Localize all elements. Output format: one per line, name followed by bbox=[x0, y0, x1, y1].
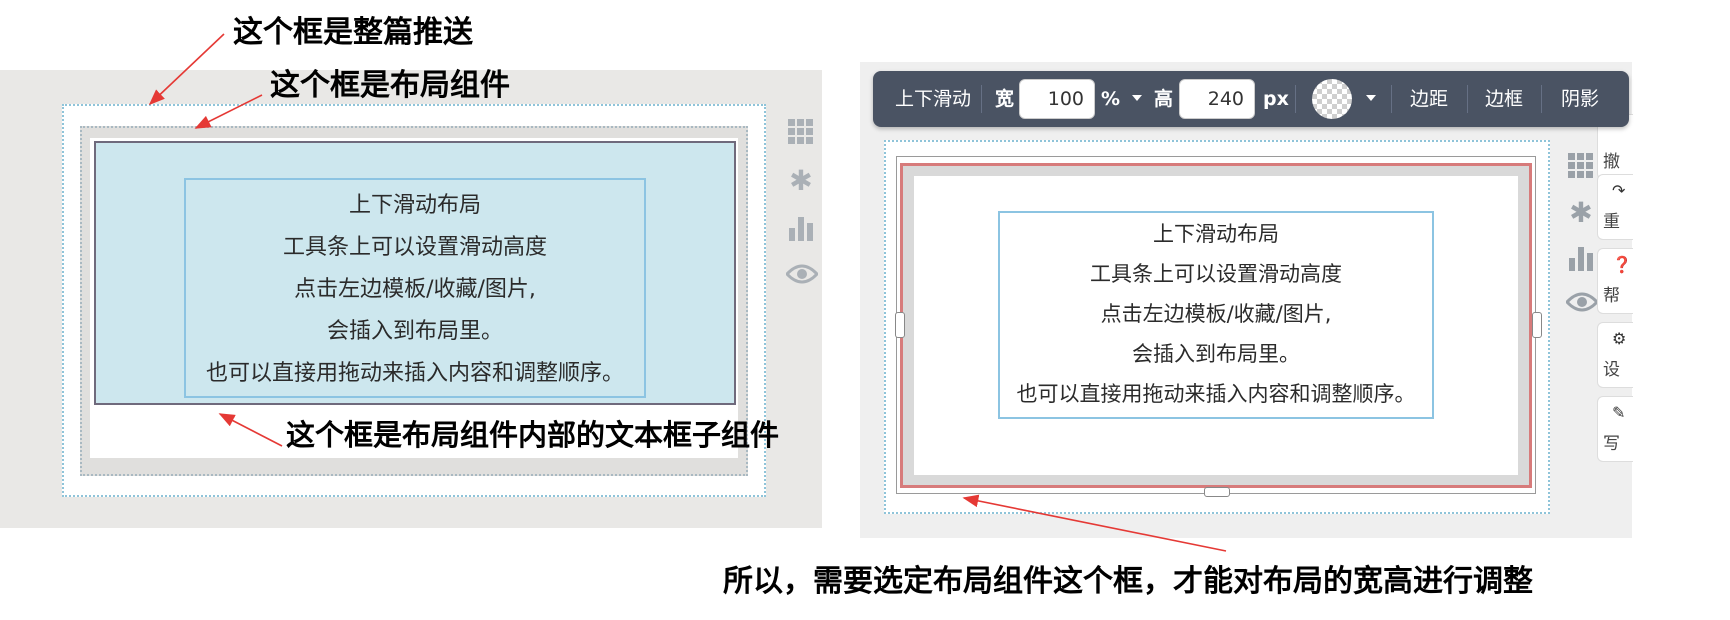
resize-handle-right[interactable] bbox=[1532, 312, 1542, 338]
eye-icon[interactable] bbox=[784, 262, 820, 292]
text-line: 点击左边模板/收藏/图片, bbox=[1100, 302, 1332, 326]
text-box-component[interactable]: 上下滑动布局 工具条上可以设置滑动高度 点击左边模板/收藏/图片, 会插入到布局… bbox=[184, 178, 646, 398]
text-line: 会插入到布局里。 bbox=[326, 319, 503, 344]
redo-icon: ↷ bbox=[1612, 181, 1626, 200]
height-input[interactable]: 240 bbox=[1179, 79, 1255, 119]
background-dropdown-icon[interactable] bbox=[1366, 95, 1376, 101]
asterisk-icon[interactable]: ✱ bbox=[786, 166, 816, 196]
height-unit: px bbox=[1263, 88, 1289, 110]
layout-toolbar: 上下滑动 宽 100 % 高 240 px 边距 边框 阴影 bbox=[873, 71, 1629, 127]
width-input[interactable]: 100 bbox=[1019, 79, 1095, 119]
bar-chart-icon[interactable] bbox=[1566, 244, 1596, 274]
grid-icon[interactable] bbox=[786, 118, 816, 148]
annotation-conclusion: 所以，需要选定布局组件这个框，才能对布局的宽高进行调整 bbox=[723, 564, 1533, 599]
margin-button[interactable]: 边距 bbox=[1410, 71, 1448, 127]
resize-handle-bottom[interactable] bbox=[1204, 487, 1230, 497]
redo-button[interactable]: ↷ 重 bbox=[1597, 174, 1633, 240]
text-line: 也可以直接用拖动来插入内容和调整顺序。 bbox=[1016, 382, 1416, 406]
asterisk-icon[interactable]: ✱ bbox=[1566, 198, 1596, 228]
text-line: 也可以直接用拖动来插入内容和调整顺序。 bbox=[205, 361, 624, 386]
resize-handle-left[interactable] bbox=[895, 312, 905, 338]
annotation-article-frame: 这个框是整篇推送 bbox=[233, 15, 473, 50]
text-line: 工具条上可以设置滑动高度 bbox=[282, 235, 547, 260]
pen-icon: ✎ bbox=[1612, 403, 1626, 422]
eye-icon[interactable] bbox=[1564, 290, 1600, 320]
help-icon: ❓ bbox=[1612, 255, 1632, 274]
text-line: 会插入到布局里。 bbox=[1132, 342, 1300, 366]
settings-button[interactable]: ⚙ 设 bbox=[1597, 322, 1633, 388]
help-button[interactable]: ❓ 帮 bbox=[1597, 248, 1633, 314]
write-button[interactable]: ✎ 写 bbox=[1597, 396, 1633, 462]
annotation-text-frame: 这个框是布局组件内部的文本框子组件 bbox=[286, 418, 780, 452]
unit-dropdown-icon[interactable] bbox=[1132, 95, 1142, 101]
settings-icon: ⚙ bbox=[1612, 329, 1627, 348]
text-line: 上下滑动布局 bbox=[1153, 222, 1279, 246]
shadow-button[interactable]: 阴影 bbox=[1561, 71, 1599, 127]
border-button[interactable]: 边框 bbox=[1485, 71, 1523, 127]
text-line: 工具条上可以设置滑动高度 bbox=[1090, 262, 1342, 286]
bar-chart-icon[interactable] bbox=[786, 214, 816, 244]
width-unit: % bbox=[1101, 88, 1121, 110]
width-label: 宽 bbox=[995, 88, 1015, 110]
annotation-layout-frame: 这个框是布局组件 bbox=[270, 68, 510, 103]
text-line: 上下滑动布局 bbox=[348, 193, 481, 218]
height-label: 高 bbox=[1154, 88, 1174, 110]
background-color-swatch[interactable] bbox=[1312, 79, 1352, 119]
grid-icon[interactable] bbox=[1566, 152, 1596, 182]
text-box-component[interactable]: 上下滑动布局 工具条上可以设置滑动高度 点击左边模板/收藏/图片, 会插入到布局… bbox=[998, 211, 1434, 419]
mode-label[interactable]: 上下滑动 bbox=[895, 71, 971, 127]
text-line: 点击左边模板/收藏/图片, bbox=[294, 277, 536, 302]
